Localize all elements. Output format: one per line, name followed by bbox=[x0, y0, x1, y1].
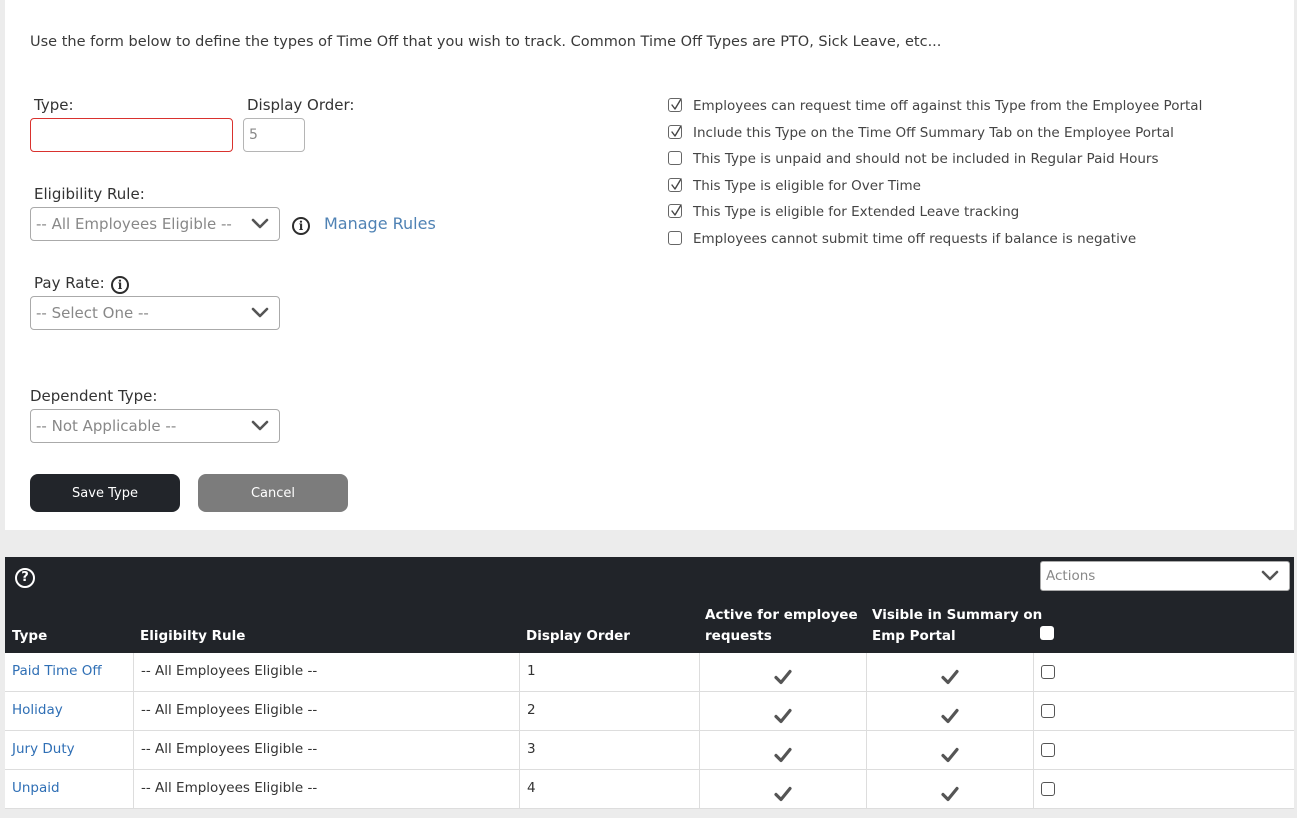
dependent-type-select[interactable]: -- Not Applicable -- bbox=[30, 409, 280, 443]
option-label: This Type is eligible for Over Time bbox=[693, 177, 921, 194]
pay-rate-label: Pay Rate: bbox=[34, 274, 105, 292]
type-link[interactable]: Paid Time Off bbox=[5, 653, 134, 691]
option-label: This Type is eligible for Extended Leave… bbox=[693, 204, 1020, 221]
checkmark-icon bbox=[941, 708, 959, 724]
option-label: Include this Type on the Time Off Summar… bbox=[693, 124, 1174, 141]
chevron-down-icon bbox=[251, 420, 269, 431]
checkmark-icon bbox=[671, 204, 682, 217]
active-cell bbox=[700, 692, 867, 730]
option-checkbox[interactable] bbox=[668, 204, 682, 219]
actions-label: Actions bbox=[1046, 568, 1096, 584]
row-checkbox[interactable] bbox=[1041, 743, 1055, 757]
select-all-checkbox[interactable] bbox=[1040, 626, 1054, 640]
eligibility-rule-cell: -- All Employees Eligible -- bbox=[134, 731, 520, 769]
type-link[interactable]: Holiday bbox=[5, 692, 134, 730]
active-cell bbox=[700, 770, 867, 808]
row-checkbox[interactable] bbox=[1041, 782, 1055, 796]
save-type-button[interactable]: Save Type bbox=[30, 474, 180, 512]
visible-cell bbox=[867, 692, 1034, 730]
option-checkbox[interactable] bbox=[668, 98, 682, 112]
option-checkbox[interactable] bbox=[668, 151, 682, 166]
column-header-display-order[interactable]: Display Order bbox=[526, 626, 630, 647]
time-off-types-table: ? Actions Type Eligibilty Rule Display O… bbox=[5, 557, 1294, 809]
intro-text: Use the form below to define the types o… bbox=[30, 34, 942, 50]
table-row: Jury Duty -- All Employees Eligible -- 3 bbox=[5, 731, 1294, 770]
eligibility-rule-label: Eligibility Rule: bbox=[34, 185, 145, 203]
checkmark-icon bbox=[774, 786, 792, 802]
pay-rate-info-icon[interactable]: i bbox=[111, 276, 129, 294]
checkmark-icon bbox=[941, 747, 959, 763]
cancel-button[interactable]: Cancel bbox=[198, 474, 348, 512]
manage-rules-link[interactable]: Manage Rules bbox=[324, 214, 436, 233]
eligibility-rule-value: -- All Employees Eligible -- bbox=[36, 215, 232, 233]
checkmark-icon bbox=[671, 178, 682, 190]
info-icon[interactable]: i bbox=[292, 217, 310, 235]
eligibility-rule-cell: -- All Employees Eligible -- bbox=[134, 692, 520, 730]
active-cell bbox=[700, 731, 867, 769]
option-checkbox[interactable] bbox=[668, 177, 682, 192]
checkmark-icon bbox=[774, 669, 792, 685]
table-row: Holiday -- All Employees Eligible -- 2 bbox=[5, 692, 1294, 731]
select-cell bbox=[1034, 770, 1294, 808]
pay-rate-value: -- Select One -- bbox=[36, 304, 149, 322]
display-order-label: Display Order: bbox=[247, 96, 355, 114]
option-label: This Type is unpaid and should not be in… bbox=[693, 151, 1159, 168]
actions-select[interactable]: Actions bbox=[1040, 561, 1290, 591]
eligibility-rule-cell: -- All Employees Eligible -- bbox=[134, 653, 520, 691]
column-header-visible[interactable]: Visible in Summary on Emp Portal bbox=[872, 605, 1042, 647]
checkmark-icon bbox=[774, 747, 792, 763]
option-label: Employees can request time off against t… bbox=[693, 98, 1203, 114]
table-header: ? Actions Type Eligibilty Rule Display O… bbox=[5, 557, 1294, 653]
column-header-active[interactable]: Active for employee requests bbox=[705, 605, 858, 647]
column-header-eligibility-rule[interactable]: Eligibilty Rule bbox=[140, 626, 245, 647]
table-row: Unpaid -- All Employees Eligible -- 4 bbox=[5, 770, 1294, 809]
chevron-down-icon bbox=[1261, 570, 1279, 581]
active-cell bbox=[700, 653, 867, 691]
column-header-active-line2: requests bbox=[705, 628, 772, 644]
select-cell bbox=[1034, 653, 1294, 691]
visible-cell bbox=[867, 770, 1034, 808]
eligibility-rule-cell: -- All Employees Eligible -- bbox=[134, 770, 520, 808]
time-off-type-form-panel: Use the form below to define the types o… bbox=[5, 0, 1294, 530]
option-checkbox[interactable] bbox=[668, 124, 682, 139]
column-header-type[interactable]: Type bbox=[12, 626, 47, 647]
select-cell bbox=[1034, 692, 1294, 730]
pay-rate-select[interactable]: -- Select One -- bbox=[30, 296, 280, 330]
visible-cell bbox=[867, 653, 1034, 691]
column-header-active-line1: Active for employee bbox=[705, 607, 858, 623]
type-label: Type: bbox=[34, 96, 74, 114]
display-order-cell: 2 bbox=[520, 692, 700, 730]
type-input[interactable] bbox=[30, 118, 233, 152]
column-header-visible-line2: Emp Portal bbox=[872, 628, 956, 644]
display-order-cell: 1 bbox=[520, 653, 700, 691]
dependent-type-value: -- Not Applicable -- bbox=[36, 417, 177, 435]
display-order-cell: 3 bbox=[520, 731, 700, 769]
column-header-visible-line1: Visible in Summary on bbox=[872, 607, 1043, 623]
type-link[interactable]: Jury Duty bbox=[5, 731, 134, 769]
chevron-down-icon bbox=[251, 218, 269, 229]
checkmark-icon bbox=[774, 708, 792, 724]
checkmark-icon bbox=[941, 669, 959, 685]
select-cell bbox=[1034, 731, 1294, 769]
display-order-cell: 4 bbox=[520, 770, 700, 808]
chevron-down-icon bbox=[251, 307, 269, 318]
type-link[interactable]: Unpaid bbox=[5, 770, 134, 808]
option-label: Employees cannot submit time off request… bbox=[693, 230, 1137, 247]
row-checkbox[interactable] bbox=[1041, 704, 1055, 718]
display-order-input[interactable] bbox=[243, 118, 305, 152]
dependent-type-label: Dependent Type: bbox=[30, 387, 158, 405]
row-checkbox[interactable] bbox=[1041, 665, 1055, 679]
table-row: Paid Time Off -- All Employees Eligible -… bbox=[5, 653, 1294, 692]
checkmark-icon bbox=[941, 786, 959, 802]
visible-cell bbox=[867, 731, 1034, 769]
option-checkbox[interactable] bbox=[668, 230, 682, 245]
checkmark-icon bbox=[671, 98, 682, 110]
help-icon[interactable]: ? bbox=[15, 568, 35, 588]
checkmark-icon bbox=[671, 124, 682, 137]
eligibility-rule-select[interactable]: -- All Employees Eligible -- bbox=[30, 207, 280, 241]
